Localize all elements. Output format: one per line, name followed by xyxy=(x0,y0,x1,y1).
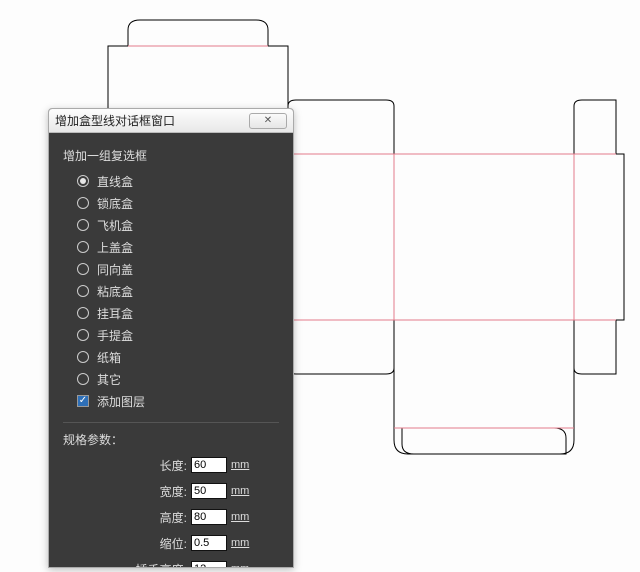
box-type-option[interactable]: 纸箱 xyxy=(77,346,279,368)
param-unit: mm xyxy=(231,537,249,549)
box-type-option[interactable]: 粘底盒 xyxy=(77,280,279,302)
option-label: 其它 xyxy=(97,371,121,388)
option-label: 上盖盒 xyxy=(97,239,133,256)
option-label: 飞机盒 xyxy=(97,217,133,234)
option-label: 直线盒 xyxy=(97,173,133,190)
param-row: 插舌高度: mm xyxy=(63,558,279,567)
box-type-option[interactable]: 同向盖 xyxy=(77,258,279,280)
option-label: 粘底盒 xyxy=(97,283,133,300)
box-type-option[interactable]: 其它 xyxy=(77,368,279,390)
param-row: 高度: mm xyxy=(63,506,279,528)
radio-icon xyxy=(77,175,89,187)
box-type-options: 直线盒锁底盒飞机盒上盖盒同向盖粘底盒挂耳盒手提盒纸箱其它添加图层 xyxy=(63,170,279,412)
param-label: 缩位: xyxy=(160,535,187,552)
radio-icon xyxy=(77,263,89,275)
checkbox-icon xyxy=(77,395,89,407)
divider xyxy=(63,422,279,423)
dialog-body: 增加一组复选框 直线盒锁底盒飞机盒上盖盒同向盖粘底盒挂耳盒手提盒纸箱其它添加图层… xyxy=(49,133,293,567)
option-label: 纸箱 xyxy=(97,349,121,366)
box-type-option[interactable]: 飞机盒 xyxy=(77,214,279,236)
param-row: 长度: mm xyxy=(63,454,279,476)
param-unit: mm xyxy=(231,485,249,497)
dialog-titlebar[interactable]: 增加盒型线对话框窗口 ✕ xyxy=(49,109,293,133)
param-row: 缩位: mm xyxy=(63,532,279,554)
param-label: 长度: xyxy=(160,457,187,474)
param-label: 宽度: xyxy=(160,483,187,500)
close-icon: ✕ xyxy=(264,115,272,126)
param-row: 宽度: mm xyxy=(63,480,279,502)
radio-icon xyxy=(77,373,89,385)
dialog-title: 增加盒型线对话框窗口 xyxy=(55,112,249,129)
radio-icon xyxy=(77,307,89,319)
param-input[interactable] xyxy=(191,457,227,473)
add-box-dialog: 增加盒型线对话框窗口 ✕ 增加一组复选框 直线盒锁底盒飞机盒上盖盒同向盖粘底盒挂… xyxy=(48,108,294,568)
param-label: 插舌高度: xyxy=(136,561,187,568)
add-layer-label: 添加图层 xyxy=(97,393,145,410)
box-type-option[interactable]: 直线盒 xyxy=(77,170,279,192)
param-input[interactable] xyxy=(191,561,227,567)
param-unit: mm xyxy=(231,511,249,523)
box-type-option[interactable]: 手提盒 xyxy=(77,324,279,346)
params-list: 长度:mm宽度:mm高度:mm缩位:mm插舌高度:mm粘口宽度:mm xyxy=(63,454,279,567)
close-button[interactable]: ✕ xyxy=(249,113,287,129)
radio-icon xyxy=(77,351,89,363)
option-label: 手提盒 xyxy=(97,327,133,344)
param-label: 高度: xyxy=(160,509,187,526)
add-layer-option[interactable]: 添加图层 xyxy=(77,390,279,412)
params-title: 规格参数： xyxy=(63,431,279,448)
param-input[interactable] xyxy=(191,535,227,551)
radio-icon xyxy=(77,219,89,231)
box-type-option[interactable]: 锁底盒 xyxy=(77,192,279,214)
options-group-title: 增加一组复选框 xyxy=(63,147,279,164)
param-input[interactable] xyxy=(191,509,227,525)
radio-icon xyxy=(77,329,89,341)
option-label: 挂耳盒 xyxy=(97,305,133,322)
param-unit: mm xyxy=(231,459,249,471)
radio-icon xyxy=(77,197,89,209)
param-unit: mm xyxy=(231,563,249,567)
option-label: 同向盖 xyxy=(97,261,133,278)
radio-icon xyxy=(77,241,89,253)
radio-icon xyxy=(77,285,89,297)
box-type-option[interactable]: 上盖盒 xyxy=(77,236,279,258)
option-label: 锁底盒 xyxy=(97,195,133,212)
box-type-option[interactable]: 挂耳盒 xyxy=(77,302,279,324)
param-input[interactable] xyxy=(191,483,227,499)
